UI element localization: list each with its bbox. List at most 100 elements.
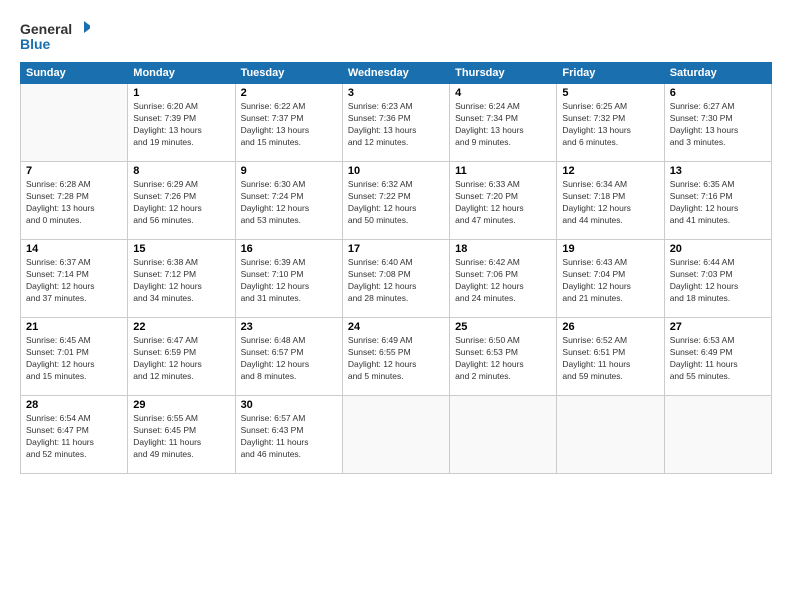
calendar-cell: 1Sunrise: 6:20 AM Sunset: 7:39 PM Daylig… bbox=[128, 84, 235, 162]
col-header-monday: Monday bbox=[128, 63, 235, 84]
calendar-cell: 9 Sunrise: 6:30 AM Sunset: 7:24 PM Daylig… bbox=[235, 162, 342, 240]
cell-info: Sunrise: 6:49 AM Sunset: 6:55 PM Dayligh… bbox=[348, 335, 444, 383]
logo: General Blue bbox=[20, 18, 90, 54]
day-number: 12 bbox=[562, 165, 658, 177]
calendar-cell: 15 Sunrise: 6:38 AM Sunset: 7:12 PM Dayli… bbox=[128, 240, 235, 318]
col-header-saturday: Saturday bbox=[664, 63, 771, 84]
day-number: 24 bbox=[348, 321, 444, 333]
calendar-cell: 2Sunrise: 6:22 AM Sunset: 7:37 PM Daylig… bbox=[235, 84, 342, 162]
cell-info: Sunrise: 6:38 AM Sunset: 7:12 PM Dayligh… bbox=[133, 257, 229, 305]
calendar-cell: 30Sunrise: 6:57 AM Sunset: 6:43 PM Dayli… bbox=[235, 396, 342, 474]
week-row-4: 21 Sunrise: 6:45 AM Sunset: 7:01 PM Dayli… bbox=[21, 318, 772, 396]
header-row: SundayMondayTuesdayWednesdayThursdayFrid… bbox=[21, 63, 772, 84]
day-number: 26 bbox=[562, 321, 658, 333]
svg-text:Blue: Blue bbox=[20, 36, 51, 52]
cell-info: Sunrise: 6:42 AM Sunset: 7:06 PM Dayligh… bbox=[455, 257, 551, 305]
cell-info: Sunrise: 6:40 AM Sunset: 7:08 PM Dayligh… bbox=[348, 257, 444, 305]
calendar-cell: 16Sunrise: 6:39 AM Sunset: 7:10 PM Dayli… bbox=[235, 240, 342, 318]
day-number: 27 bbox=[670, 321, 766, 333]
calendar-cell: 26Sunrise: 6:52 AM Sunset: 6:51 PM Dayli… bbox=[557, 318, 664, 396]
col-header-wednesday: Wednesday bbox=[342, 63, 449, 84]
calendar-cell: 3 Sunrise: 6:23 AM Sunset: 7:36 PM Daylig… bbox=[342, 84, 449, 162]
day-number: 6 bbox=[670, 87, 766, 99]
cell-info: Sunrise: 6:37 AM Sunset: 7:14 PM Dayligh… bbox=[26, 257, 122, 305]
day-number: 20 bbox=[670, 243, 766, 255]
day-number: 29 bbox=[133, 399, 229, 411]
calendar-cell bbox=[664, 396, 771, 474]
cell-info: Sunrise: 6:34 AM Sunset: 7:18 PM Dayligh… bbox=[562, 179, 658, 227]
col-header-sunday: Sunday bbox=[21, 63, 128, 84]
cell-info: Sunrise: 6:53 AM Sunset: 6:49 PM Dayligh… bbox=[670, 335, 766, 383]
calendar-cell: 11 Sunrise: 6:33 AM Sunset: 7:20 PM Dayli… bbox=[450, 162, 557, 240]
day-number: 19 bbox=[562, 243, 658, 255]
day-number: 10 bbox=[348, 165, 444, 177]
day-number: 17 bbox=[348, 243, 444, 255]
day-number: 14 bbox=[26, 243, 122, 255]
calendar-cell: 5 Sunrise: 6:25 AM Sunset: 7:32 PM Daylig… bbox=[557, 84, 664, 162]
calendar-cell: 22Sunrise: 6:47 AM Sunset: 6:59 PM Dayli… bbox=[128, 318, 235, 396]
calendar-cell: 13Sunrise: 6:35 AM Sunset: 7:16 PM Dayli… bbox=[664, 162, 771, 240]
calendar-cell: 6 Sunrise: 6:27 AM Sunset: 7:30 PM Daylig… bbox=[664, 84, 771, 162]
calendar-cell bbox=[450, 396, 557, 474]
calendar-cell: 21 Sunrise: 6:45 AM Sunset: 7:01 PM Dayli… bbox=[21, 318, 128, 396]
cell-info: Sunrise: 6:50 AM Sunset: 6:53 PM Dayligh… bbox=[455, 335, 551, 383]
calendar-cell: 25Sunrise: 6:50 AM Sunset: 6:53 PM Dayli… bbox=[450, 318, 557, 396]
cell-info: Sunrise: 6:33 AM Sunset: 7:20 PM Dayligh… bbox=[455, 179, 551, 227]
week-row-1: 1Sunrise: 6:20 AM Sunset: 7:39 PM Daylig… bbox=[21, 84, 772, 162]
cell-info: Sunrise: 6:39 AM Sunset: 7:10 PM Dayligh… bbox=[241, 257, 337, 305]
cell-info: Sunrise: 6:24 AM Sunset: 7:34 PM Dayligh… bbox=[455, 101, 551, 149]
week-row-3: 14 Sunrise: 6:37 AM Sunset: 7:14 PM Dayli… bbox=[21, 240, 772, 318]
header: General Blue bbox=[20, 18, 772, 54]
cell-info: Sunrise: 6:54 AM Sunset: 6:47 PM Dayligh… bbox=[26, 413, 122, 461]
cell-info: Sunrise: 6:28 AM Sunset: 7:28 PM Dayligh… bbox=[26, 179, 122, 227]
calendar-cell: 28 Sunrise: 6:54 AM Sunset: 6:47 PM Dayli… bbox=[21, 396, 128, 474]
day-number: 23 bbox=[241, 321, 337, 333]
calendar-cell bbox=[557, 396, 664, 474]
day-number: 8 bbox=[133, 165, 229, 177]
cell-info: Sunrise: 6:30 AM Sunset: 7:24 PM Dayligh… bbox=[241, 179, 337, 227]
calendar-cell: 14 Sunrise: 6:37 AM Sunset: 7:14 PM Dayli… bbox=[21, 240, 128, 318]
cell-info: Sunrise: 6:45 AM Sunset: 7:01 PM Dayligh… bbox=[26, 335, 122, 383]
cell-info: Sunrise: 6:43 AM Sunset: 7:04 PM Dayligh… bbox=[562, 257, 658, 305]
day-number: 15 bbox=[133, 243, 229, 255]
day-number: 30 bbox=[241, 399, 337, 411]
calendar-cell: 12 Sunrise: 6:34 AM Sunset: 7:18 PM Dayli… bbox=[557, 162, 664, 240]
cell-info: Sunrise: 6:44 AM Sunset: 7:03 PM Dayligh… bbox=[670, 257, 766, 305]
calendar-cell: 23 Sunrise: 6:48 AM Sunset: 6:57 PM Dayli… bbox=[235, 318, 342, 396]
svg-text:General: General bbox=[20, 21, 72, 37]
col-header-tuesday: Tuesday bbox=[235, 63, 342, 84]
day-number: 3 bbox=[348, 87, 444, 99]
day-number: 7 bbox=[26, 165, 122, 177]
day-number: 2 bbox=[241, 87, 337, 99]
cell-info: Sunrise: 6:27 AM Sunset: 7:30 PM Dayligh… bbox=[670, 101, 766, 149]
calendar-cell bbox=[21, 84, 128, 162]
calendar-cell: 17 Sunrise: 6:40 AM Sunset: 7:08 PM Dayli… bbox=[342, 240, 449, 318]
day-number: 28 bbox=[26, 399, 122, 411]
calendar-table: SundayMondayTuesdayWednesdayThursdayFrid… bbox=[20, 62, 772, 474]
week-row-2: 7 Sunrise: 6:28 AM Sunset: 7:28 PM Daylig… bbox=[21, 162, 772, 240]
day-number: 22 bbox=[133, 321, 229, 333]
calendar-cell: 8Sunrise: 6:29 AM Sunset: 7:26 PM Daylig… bbox=[128, 162, 235, 240]
day-number: 21 bbox=[26, 321, 122, 333]
logo-svg: General Blue bbox=[20, 18, 90, 54]
calendar-cell: 24 Sunrise: 6:49 AM Sunset: 6:55 PM Dayli… bbox=[342, 318, 449, 396]
cell-info: Sunrise: 6:23 AM Sunset: 7:36 PM Dayligh… bbox=[348, 101, 444, 149]
calendar-cell: 4Sunrise: 6:24 AM Sunset: 7:34 PM Daylig… bbox=[450, 84, 557, 162]
calendar-cell: 29 Sunrise: 6:55 AM Sunset: 6:45 PM Dayli… bbox=[128, 396, 235, 474]
cell-info: Sunrise: 6:25 AM Sunset: 7:32 PM Dayligh… bbox=[562, 101, 658, 149]
calendar-cell: 19 Sunrise: 6:43 AM Sunset: 7:04 PM Dayli… bbox=[557, 240, 664, 318]
calendar-cell bbox=[342, 396, 449, 474]
day-number: 9 bbox=[241, 165, 337, 177]
day-number: 11 bbox=[455, 165, 551, 177]
calendar-cell: 27 Sunrise: 6:53 AM Sunset: 6:49 PM Dayli… bbox=[664, 318, 771, 396]
week-row-5: 28 Sunrise: 6:54 AM Sunset: 6:47 PM Dayli… bbox=[21, 396, 772, 474]
day-number: 5 bbox=[562, 87, 658, 99]
page: General Blue SundayMondayTuesdayWednesda… bbox=[0, 0, 792, 612]
calendar-cell: 7 Sunrise: 6:28 AM Sunset: 7:28 PM Daylig… bbox=[21, 162, 128, 240]
cell-info: Sunrise: 6:55 AM Sunset: 6:45 PM Dayligh… bbox=[133, 413, 229, 461]
calendar-cell: 10Sunrise: 6:32 AM Sunset: 7:22 PM Dayli… bbox=[342, 162, 449, 240]
day-number: 18 bbox=[455, 243, 551, 255]
day-number: 13 bbox=[670, 165, 766, 177]
cell-info: Sunrise: 6:48 AM Sunset: 6:57 PM Dayligh… bbox=[241, 335, 337, 383]
day-number: 1 bbox=[133, 87, 229, 99]
